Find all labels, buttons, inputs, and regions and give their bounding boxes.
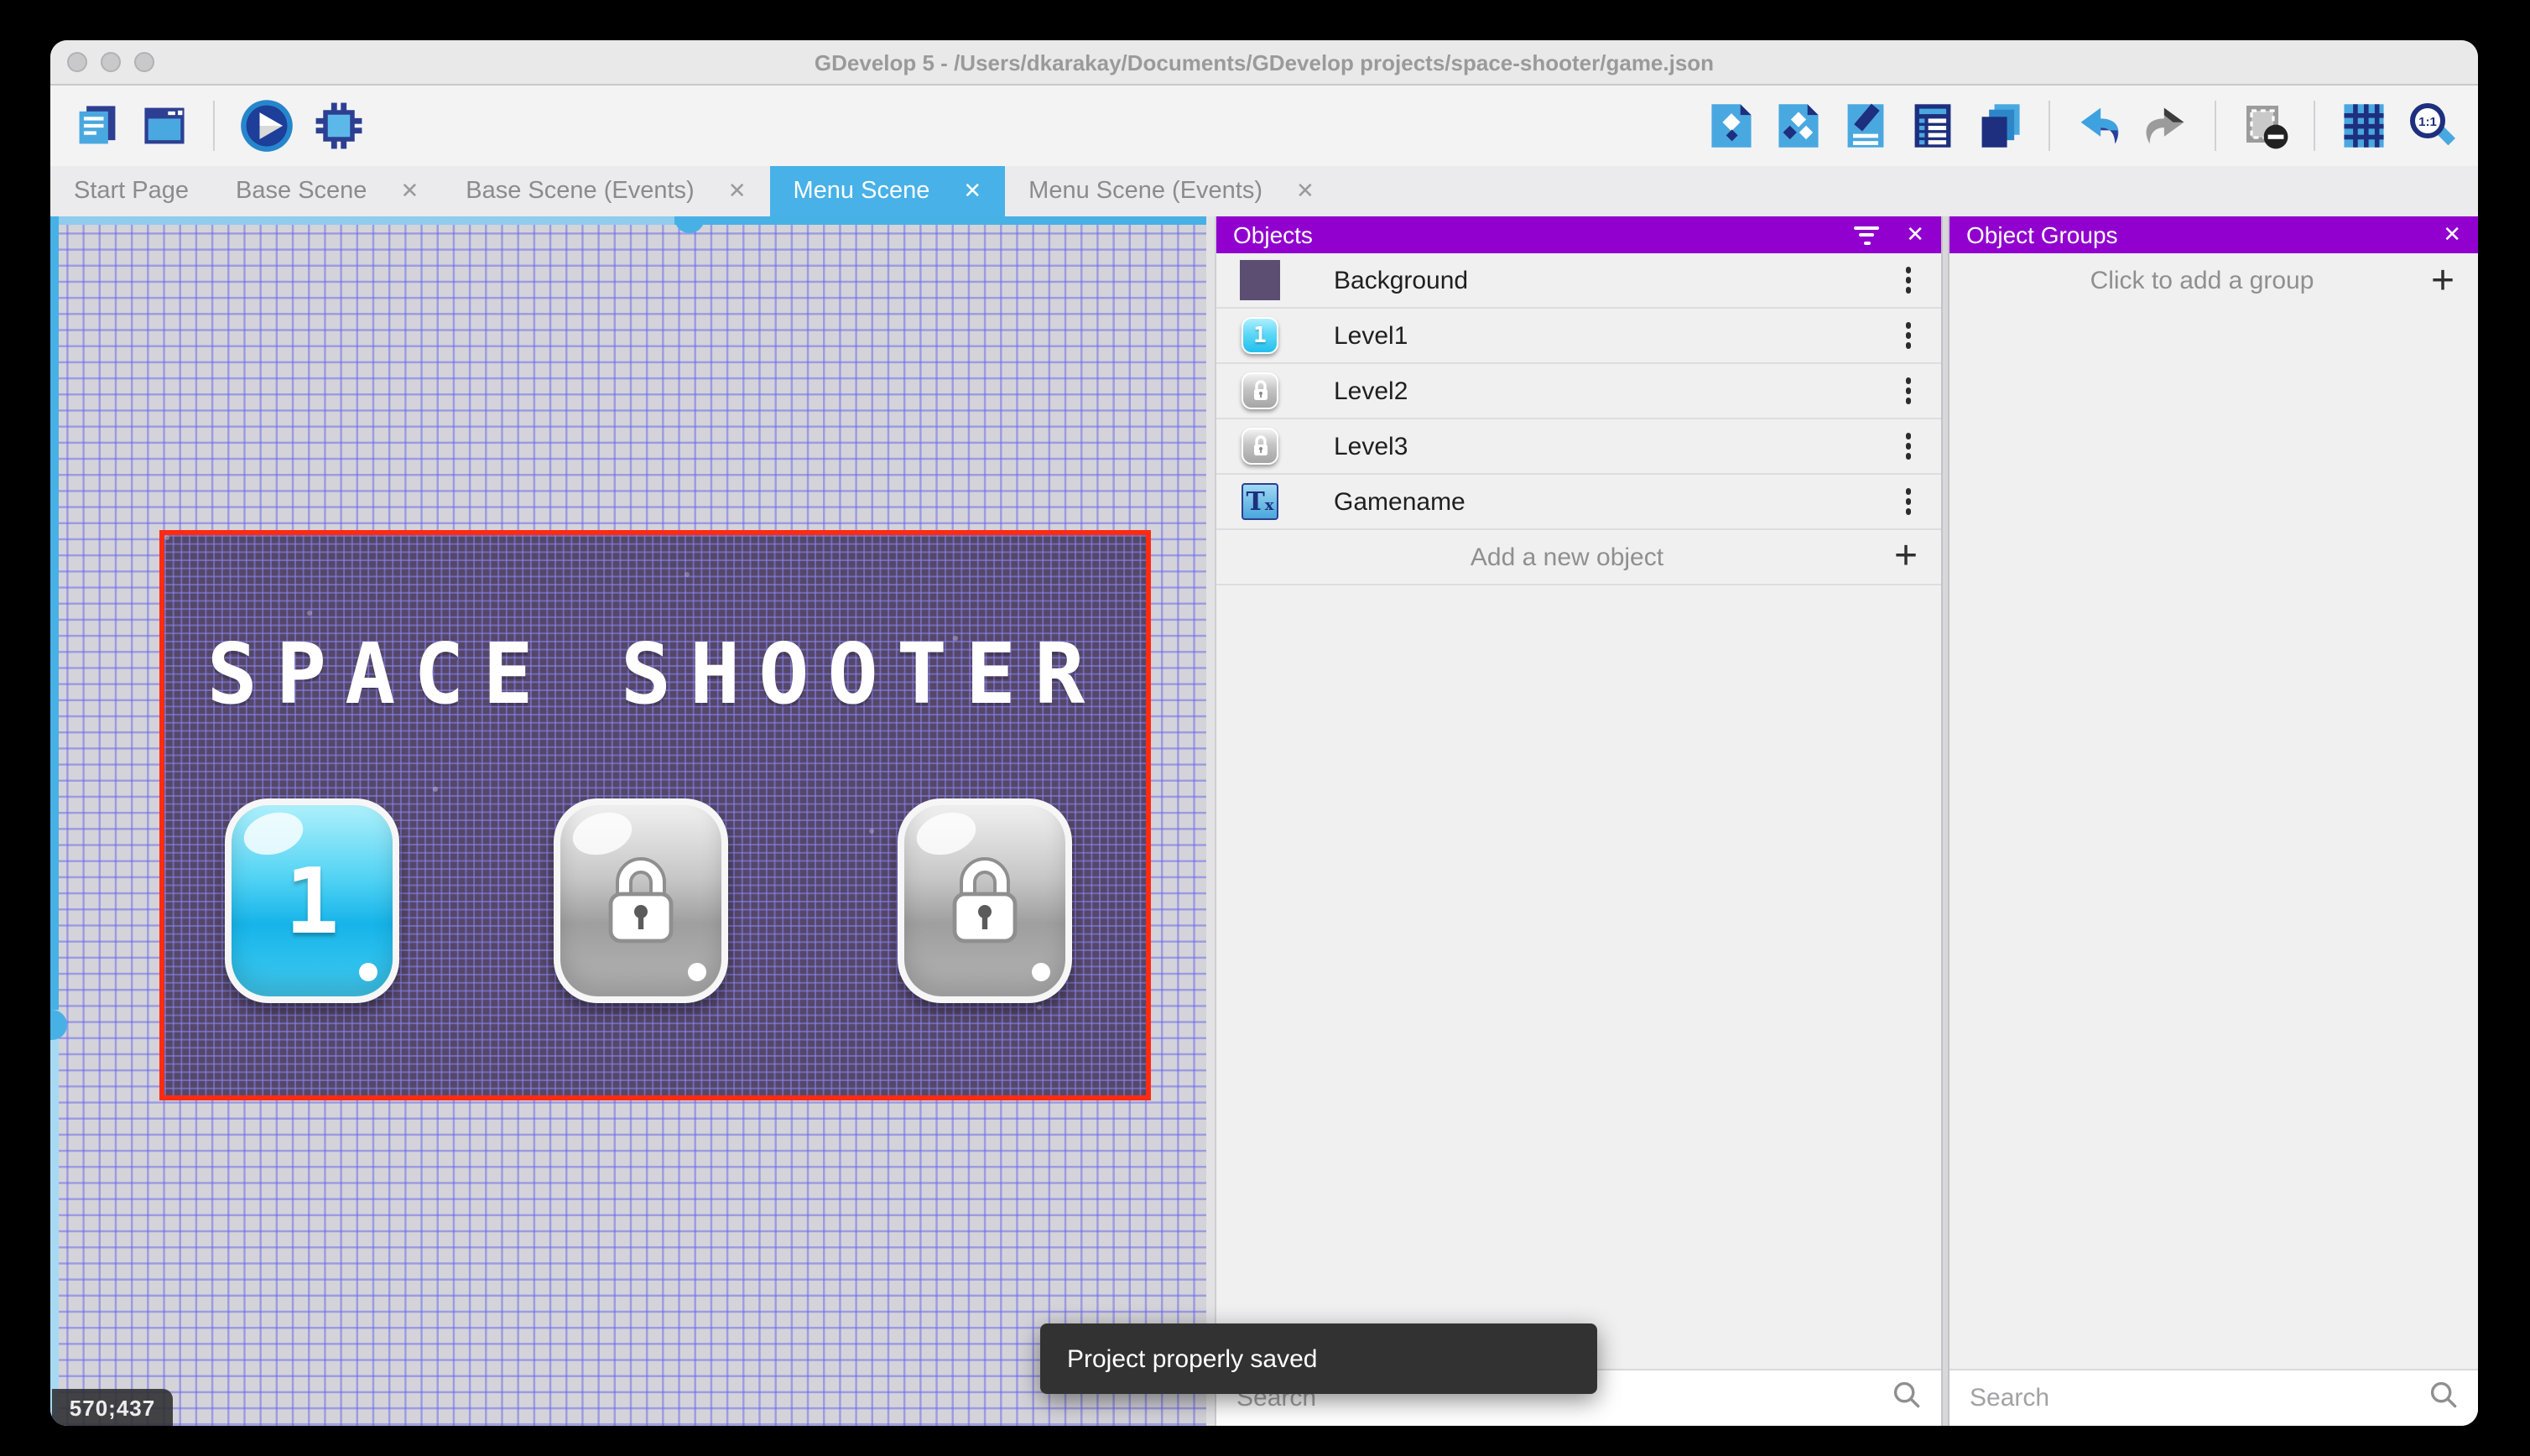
groups-search-bar bbox=[1950, 1369, 2478, 1426]
object-row-background[interactable]: Background bbox=[1216, 253, 1941, 309]
object-row-level2[interactable]: Level2 bbox=[1216, 364, 1941, 419]
debug-icon[interactable] bbox=[312, 99, 366, 153]
text-object-icon: Tx bbox=[1240, 481, 1280, 522]
close-tab-icon[interactable]: ✕ bbox=[400, 178, 419, 205]
close-icon[interactable]: ✕ bbox=[1906, 221, 1924, 248]
tab-menu-scene[interactable]: Menu Scene ✕ bbox=[769, 166, 1006, 216]
panel-divider[interactable] bbox=[1941, 216, 1950, 1426]
objects-panel: Objects ✕ Background 1 Level1 Level2 Lev… bbox=[1216, 216, 1941, 1426]
title-bar: GDevelop 5 - /Users/dkarakay/Documents/G… bbox=[50, 40, 2478, 86]
undo-icon[interactable] bbox=[2074, 101, 2124, 151]
filter-icon[interactable] bbox=[1854, 226, 1880, 244]
groups-panel-empty-area bbox=[1950, 309, 2478, 1369]
close-icon[interactable]: ✕ bbox=[2443, 221, 2461, 248]
search-icon bbox=[1892, 1380, 1921, 1417]
tab-base-scene[interactable]: Base Scene ✕ bbox=[212, 166, 442, 216]
project-manager-icon[interactable] bbox=[72, 101, 122, 151]
object-menu-icon[interactable] bbox=[1898, 267, 1918, 294]
toolbar-divider bbox=[2048, 101, 2050, 151]
level2-button-instance[interactable] bbox=[554, 798, 728, 1003]
vertical-scrollbar-track[interactable] bbox=[50, 1010, 59, 1426]
scene-preview[interactable]: SPACE SHOOTER 1 bbox=[159, 530, 1151, 1100]
editor-tabs: Start Page Base Scene ✕ Base Scene (Even… bbox=[50, 166, 2478, 216]
object-row-gamename[interactable]: Tx Gamename bbox=[1216, 475, 1941, 530]
plus-icon[interactable]: + bbox=[2431, 260, 2455, 300]
background-thumbnail-icon bbox=[1240, 260, 1280, 300]
object-groups-panel: Object Groups ✕ Click to add a group + bbox=[1950, 216, 2478, 1426]
toggle-mask-icon[interactable] bbox=[2240, 101, 2290, 151]
scene-window-icon[interactable] bbox=[139, 101, 190, 151]
properties-icon[interactable] bbox=[1840, 101, 1891, 151]
object-row-level3[interactable]: Level3 bbox=[1216, 419, 1941, 475]
object-groups-panel-header: Object Groups ✕ bbox=[1950, 216, 2478, 253]
tab-start-page[interactable]: Start Page bbox=[50, 166, 212, 216]
vertical-scrollbar-track[interactable] bbox=[50, 216, 59, 1010]
groups-search-input[interactable] bbox=[1970, 1384, 2416, 1412]
close-tab-icon[interactable]: ✕ bbox=[963, 178, 981, 205]
horizontal-scrollbar-track[interactable] bbox=[50, 216, 674, 225]
objects-panel-empty-area bbox=[1216, 585, 1941, 1369]
add-object-row[interactable]: Add a new object + bbox=[1216, 530, 1941, 585]
toolbar: 1:1 bbox=[50, 86, 2478, 166]
object-menu-icon[interactable] bbox=[1898, 377, 1918, 404]
object-menu-icon[interactable] bbox=[1898, 488, 1918, 515]
play-preview-icon[interactable] bbox=[238, 97, 295, 154]
horizontal-scrollbar-thumb[interactable] bbox=[674, 216, 705, 233]
lock-icon bbox=[952, 857, 1018, 944]
locked-button-icon bbox=[1240, 371, 1280, 411]
window-title: GDevelop 5 - /Users/dkarakay/Documents/G… bbox=[814, 49, 1715, 75]
main-content: SPACE SHOOTER 1 570;437 Objects ✕ Backgr… bbox=[50, 216, 2478, 1426]
svg-text:1:1: 1:1 bbox=[2418, 115, 2437, 129]
add-group-row[interactable]: Click to add a group + bbox=[1950, 253, 2478, 309]
lock-icon bbox=[608, 857, 674, 944]
gdevelop-window: GDevelop 5 - /Users/dkarakay/Documents/G… bbox=[50, 40, 2478, 1426]
object-menu-icon[interactable] bbox=[1898, 433, 1918, 460]
toolbar-divider bbox=[2215, 101, 2216, 151]
object-row-level1[interactable]: 1 Level1 bbox=[1216, 309, 1941, 364]
objects-panel-header: Objects ✕ bbox=[1216, 216, 1941, 253]
tab-base-scene-events[interactable]: Base Scene (Events) ✕ bbox=[442, 166, 769, 216]
instances-list-icon[interactable] bbox=[1908, 101, 1958, 151]
layers-icon[interactable] bbox=[1975, 101, 2025, 151]
level1-button-icon: 1 bbox=[1240, 315, 1280, 356]
toolbar-divider bbox=[213, 101, 215, 151]
horizontal-scrollbar-track[interactable] bbox=[674, 216, 1206, 225]
redo-icon[interactable] bbox=[2141, 101, 2191, 151]
level1-button-instance[interactable]: 1 bbox=[225, 798, 399, 1003]
object-groups-panel-title: Object Groups bbox=[1966, 221, 2118, 248]
level3-button-instance[interactable] bbox=[898, 798, 1072, 1003]
close-tab-icon[interactable]: ✕ bbox=[728, 178, 747, 205]
desktop: GDevelop 5 - /Users/dkarakay/Documents/G… bbox=[0, 0, 2530, 1456]
cursor-coordinates: 570;437 bbox=[52, 1389, 173, 1426]
plus-icon[interactable]: + bbox=[1894, 536, 1918, 576]
objects-editor-icon[interactable] bbox=[1706, 101, 1757, 151]
toast-message: Project properly saved bbox=[1067, 1344, 1318, 1373]
game-title-instance[interactable]: SPACE SHOOTER bbox=[164, 626, 1146, 723]
tab-menu-scene-events[interactable]: Menu Scene (Events) ✕ bbox=[1005, 166, 1338, 216]
save-toast: Project properly saved bbox=[1040, 1323, 1597, 1394]
object-menu-icon[interactable] bbox=[1898, 322, 1918, 349]
locked-button-icon bbox=[1240, 426, 1280, 466]
scene-editor-canvas[interactable]: SPACE SHOOTER 1 570;437 bbox=[50, 216, 1206, 1426]
search-icon bbox=[2429, 1380, 2458, 1417]
close-tab-icon[interactable]: ✕ bbox=[1296, 178, 1314, 205]
objects-panel-title: Objects bbox=[1233, 221, 1313, 248]
toolbar-divider bbox=[2314, 101, 2315, 151]
canvas-right-gutter bbox=[1206, 216, 1216, 1426]
vertical-scrollbar-thumb[interactable] bbox=[50, 1010, 67, 1040]
object-groups-editor-icon[interactable] bbox=[1773, 101, 1824, 151]
zoom-original-icon[interactable]: 1:1 bbox=[2406, 101, 2456, 151]
grid-icon[interactable] bbox=[2339, 101, 2389, 151]
